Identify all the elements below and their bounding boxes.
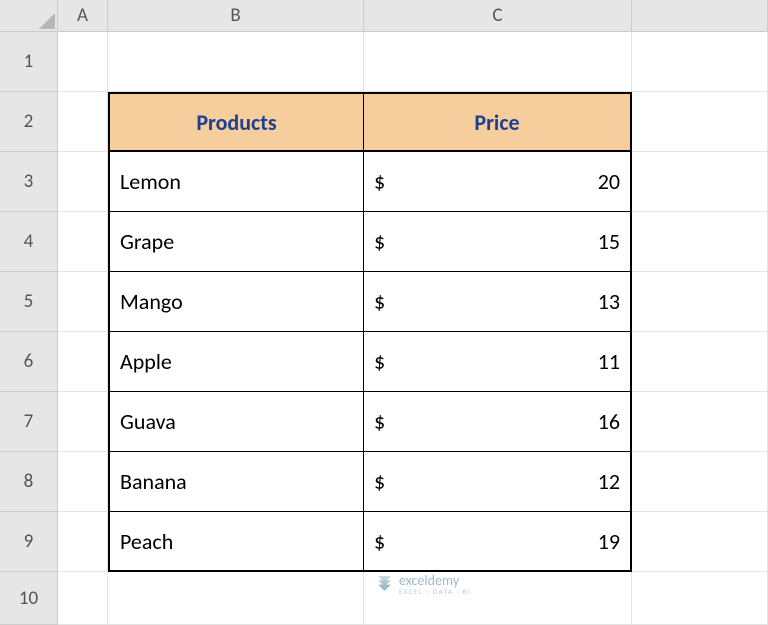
table-row[interactable]: $ 15 — [364, 212, 632, 272]
currency-symbol: $ — [374, 468, 385, 495]
cell-d8[interactable] — [632, 452, 768, 512]
watermark: exceldemy EXCEL · DATA · BI — [376, 572, 472, 596]
cell-d2[interactable] — [632, 92, 768, 152]
cell-b10[interactable] — [108, 572, 364, 625]
table-header-price[interactable]: Price — [364, 92, 632, 152]
cell-b1[interactable] — [108, 32, 364, 92]
col-header-empty[interactable] — [632, 0, 768, 32]
cell-d1[interactable] — [632, 32, 768, 92]
row-header-9[interactable]: 9 — [0, 512, 58, 572]
row-header-4[interactable]: 4 — [0, 212, 58, 272]
table-row[interactable]: $ 19 — [364, 512, 632, 572]
cell-d6[interactable] — [632, 332, 768, 392]
cell-a8[interactable] — [58, 452, 108, 512]
cell-d10[interactable] — [632, 572, 768, 625]
col-header-b[interactable]: B — [108, 0, 364, 32]
table-row[interactable]: Lemon — [108, 152, 364, 212]
row-header-2[interactable]: 2 — [0, 92, 58, 152]
price-value: 12 — [598, 468, 620, 495]
cell-a7[interactable] — [58, 392, 108, 452]
price-value: 11 — [598, 348, 620, 375]
currency-symbol: $ — [374, 348, 385, 375]
table-row[interactable]: Mango — [108, 272, 364, 332]
exceldemy-icon — [376, 574, 393, 595]
cell-d7[interactable] — [632, 392, 768, 452]
col-header-a[interactable]: A — [58, 0, 108, 32]
table-row[interactable]: Grape — [108, 212, 364, 272]
price-value: 15 — [598, 228, 620, 255]
table-row[interactable]: $ 20 — [364, 152, 632, 212]
row-header-1[interactable]: 1 — [0, 32, 58, 92]
row-header-3[interactable]: 3 — [0, 152, 58, 212]
cell-a2[interactable] — [58, 92, 108, 152]
table-row[interactable]: $ 13 — [364, 272, 632, 332]
cell-c1[interactable] — [364, 32, 632, 92]
table-row[interactable]: $ 16 — [364, 392, 632, 452]
row-header-6[interactable]: 6 — [0, 332, 58, 392]
currency-symbol: $ — [374, 408, 385, 435]
currency-symbol: $ — [374, 228, 385, 255]
cell-a9[interactable] — [58, 512, 108, 572]
price-value: 20 — [598, 168, 620, 195]
currency-symbol: $ — [374, 288, 385, 315]
currency-symbol: $ — [374, 528, 385, 555]
cell-a6[interactable] — [58, 332, 108, 392]
table-row[interactable]: Banana — [108, 452, 364, 512]
row-header-8[interactable]: 8 — [0, 452, 58, 512]
table-row[interactable]: $ 12 — [364, 452, 632, 512]
cell-d9[interactable] — [632, 512, 768, 572]
select-all-corner[interactable] — [0, 0, 58, 32]
spreadsheet-grid: A B C 1 2 Products Price 3 Lemon $ 20 4 … — [0, 0, 768, 625]
row-header-10[interactable]: 10 — [0, 572, 58, 625]
table-row[interactable]: Peach — [108, 512, 364, 572]
cell-d4[interactable] — [632, 212, 768, 272]
table-row[interactable]: Guava — [108, 392, 364, 452]
price-value: 16 — [598, 408, 620, 435]
price-value: 19 — [598, 528, 620, 555]
table-row[interactable]: $ 11 — [364, 332, 632, 392]
cell-a10[interactable] — [58, 572, 108, 625]
table-header-products[interactable]: Products — [108, 92, 364, 152]
watermark-tagline: EXCEL · DATA · BI — [399, 587, 472, 596]
col-header-c[interactable]: C — [364, 0, 632, 32]
currency-symbol: $ — [374, 168, 385, 195]
cell-a4[interactable] — [58, 212, 108, 272]
row-header-5[interactable]: 5 — [0, 272, 58, 332]
cell-a1[interactable] — [58, 32, 108, 92]
cell-d5[interactable] — [632, 272, 768, 332]
cell-a3[interactable] — [58, 152, 108, 212]
price-value: 13 — [598, 288, 620, 315]
cell-a5[interactable] — [58, 272, 108, 332]
table-row[interactable]: Apple — [108, 332, 364, 392]
cell-d3[interactable] — [632, 152, 768, 212]
row-header-7[interactable]: 7 — [0, 392, 58, 452]
